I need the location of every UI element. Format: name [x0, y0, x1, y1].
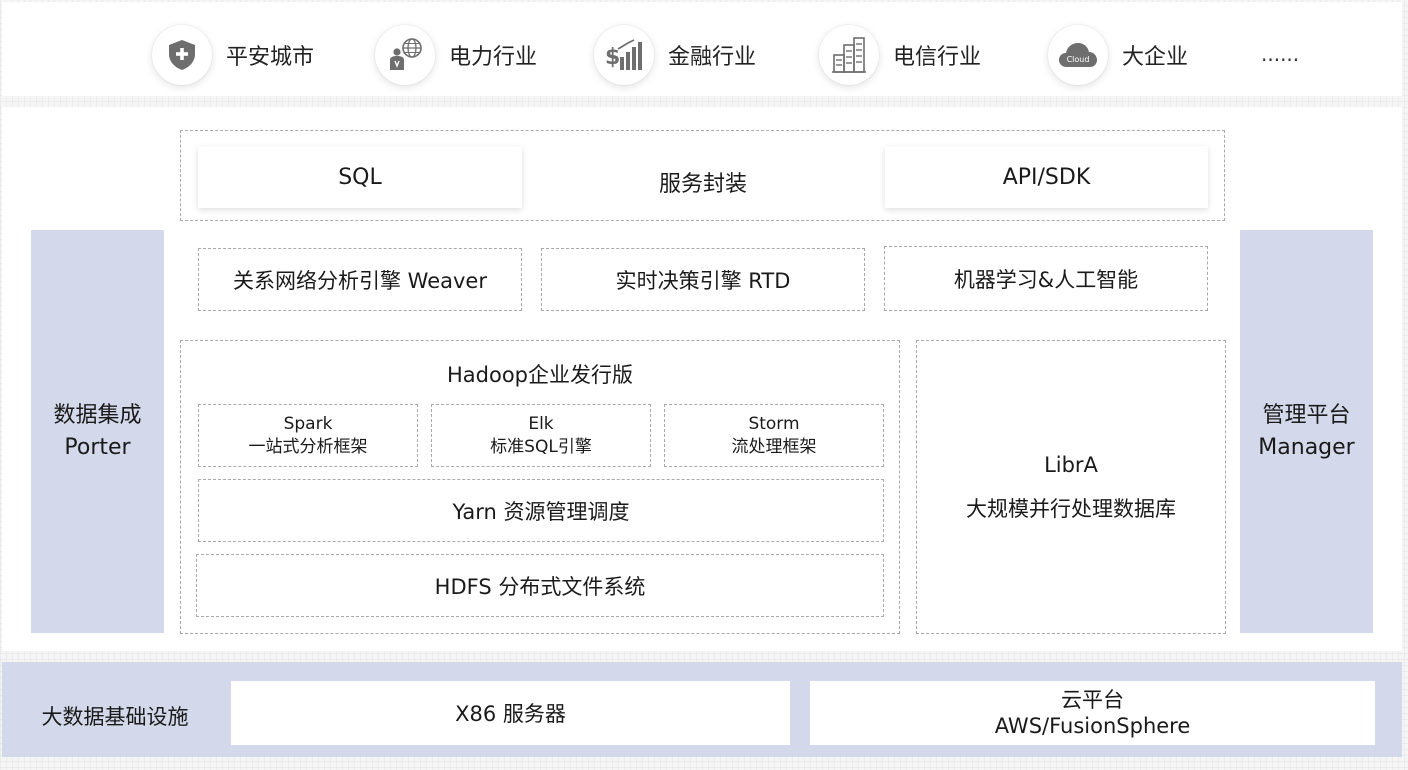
industry-item-telecom: 电信行业 — [819, 24, 981, 86]
industries-more: ...... — [1261, 42, 1300, 66]
right-sidebar-manager: 管理平台 Manager — [1240, 230, 1373, 633]
storm-desc: 流处理框架 — [731, 436, 817, 457]
sql-box: SQL — [198, 146, 522, 208]
industry-bar: 平安城市 电力行业 $ 金融行业 电信行业 Cloud 大企业 ...... — [2, 2, 1402, 96]
hdfs-box: HDFS 分布式文件系统 — [196, 554, 884, 617]
cloud-platform-line2: AWS/FusionSphere — [994, 714, 1191, 738]
industry-item-finance: $ 金融行业 — [594, 24, 756, 86]
industry-label: 大企业 — [1122, 45, 1189, 70]
cloud-icon-text: Cloud — [1067, 55, 1090, 64]
elk-desc: 标准SQL引擎 — [490, 436, 592, 457]
spark-desc: 一站式分析框架 — [248, 436, 368, 457]
api-sdk-box: API/SDK — [885, 146, 1208, 208]
industry-label: 电力行业 — [449, 45, 538, 70]
industry-item-safe-city: 平安城市 — [152, 24, 314, 86]
industry-label: 电信行业 — [893, 45, 982, 70]
right-sidebar-line2: Manager — [1258, 434, 1355, 460]
left-sidebar-porter: 数据集成 Porter — [31, 230, 164, 633]
ml-ai-engine: 机器学习&人工智能 — [884, 246, 1208, 311]
shield-plus-icon — [152, 25, 212, 85]
left-sidebar-line1: 数据集成 — [53, 402, 142, 428]
power-globe-icon — [375, 25, 435, 85]
industry-label: 平安城市 — [226, 45, 315, 70]
rtd-engine: 实时决策引擎 RTD — [541, 248, 865, 311]
cloud-platform-line1: 云平台 — [1061, 688, 1124, 712]
industry-item-power: 电力行业 — [375, 24, 537, 86]
cloud-icon: Cloud — [1048, 25, 1108, 85]
x86-server-box: X86 服务器 — [231, 681, 790, 745]
spark-name: Spark — [283, 413, 333, 434]
infrastructure-label: 大数据基础设施 — [41, 705, 189, 729]
libra-desc: 大规模并行处理数据库 — [966, 497, 1176, 521]
finance-bars-icon: $ — [594, 25, 654, 85]
weaver-engine: 关系网络分析引擎 Weaver — [198, 248, 522, 311]
elk-box: Elk 标准SQL引擎 — [431, 404, 651, 467]
spark-box: Spark 一站式分析框架 — [198, 404, 418, 467]
yarn-box: Yarn 资源管理调度 — [198, 479, 884, 542]
left-sidebar-line2: Porter — [64, 434, 131, 460]
storm-name: Storm — [748, 413, 800, 434]
elk-name: Elk — [528, 413, 554, 434]
cloud-platform-box: 云平台 AWS/FusionSphere — [810, 681, 1375, 745]
industry-item-enterprise: Cloud 大企业 — [1048, 24, 1188, 86]
right-sidebar-line1: 管理平台 — [1262, 402, 1351, 428]
telecom-building-icon — [819, 25, 879, 85]
industry-label: 金融行业 — [668, 45, 757, 70]
libra-name: LibrA — [1044, 453, 1098, 477]
service-wrapper-label: 服务封装 — [658, 172, 747, 197]
storm-box: Storm 流处理框架 — [664, 404, 884, 467]
hadoop-title: Hadoop企业发行版 — [446, 363, 634, 387]
libra-box: LibrA 大规模并行处理数据库 — [916, 340, 1226, 634]
